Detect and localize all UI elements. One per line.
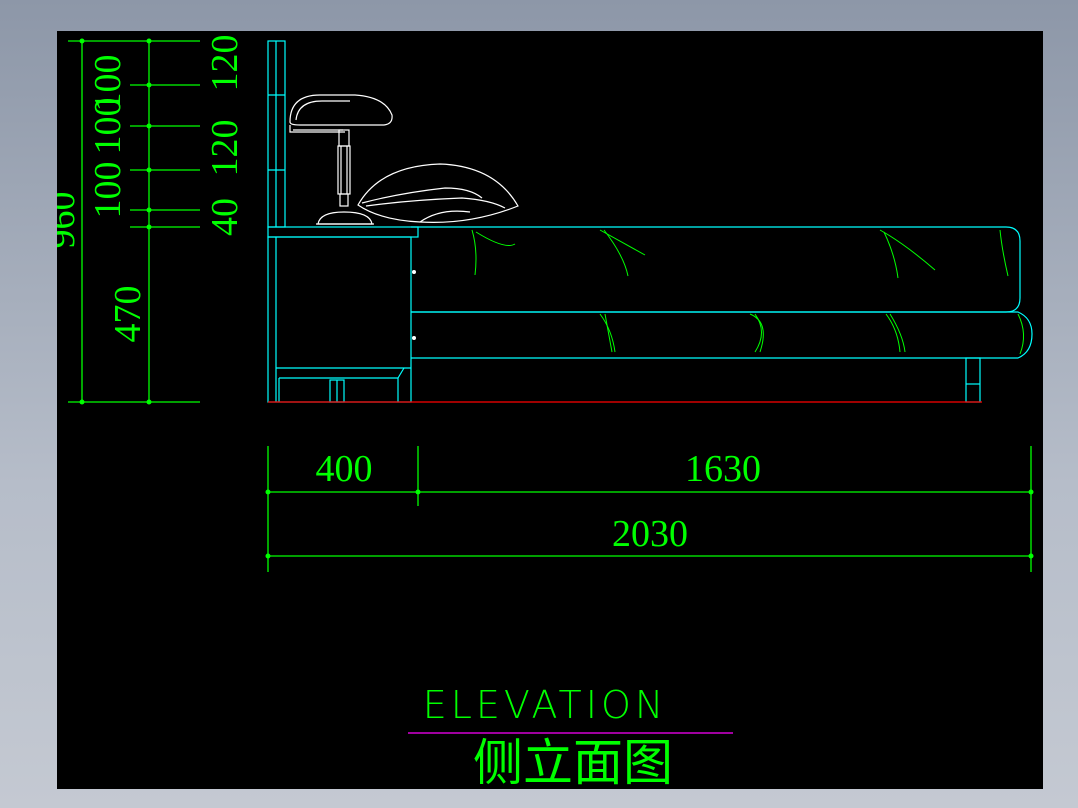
dim-left-segment-3: 100: [87, 162, 129, 219]
bed-frame: [411, 226, 1033, 403]
dim-lower-height-470: 470: [107, 286, 149, 343]
dim-total-height-960: 960: [57, 192, 83, 249]
drawing-title-english: ELEVATION: [423, 683, 668, 727]
dim-right-segment-2: 120: [204, 120, 246, 177]
dim-nightstand-width-400: 400: [316, 448, 373, 490]
dim-left-segment-2: 100: [87, 98, 129, 155]
drawing-title-chinese: 侧立面图: [473, 734, 673, 789]
upholstery-tufting: [471, 229, 1024, 355]
nightstand-hinges: [412, 270, 416, 340]
cad-drawing-viewport[interactable]: 960 470 100 100 100 120 120 40 400 1630 …: [57, 31, 1043, 789]
dim-total-length-2030: 2030: [612, 513, 688, 555]
dim-bed-length-1630: 1630: [685, 448, 761, 490]
dim-right-segment-1: 120: [204, 35, 246, 92]
pillow: [357, 163, 519, 223]
elevation-drawing: 960 470 100 100 100 120 120 40 400 1630 …: [57, 35, 1034, 789]
headboard: [267, 40, 286, 228]
dim-right-segment-3: 40: [204, 198, 246, 236]
nightstand: [267, 226, 419, 403]
